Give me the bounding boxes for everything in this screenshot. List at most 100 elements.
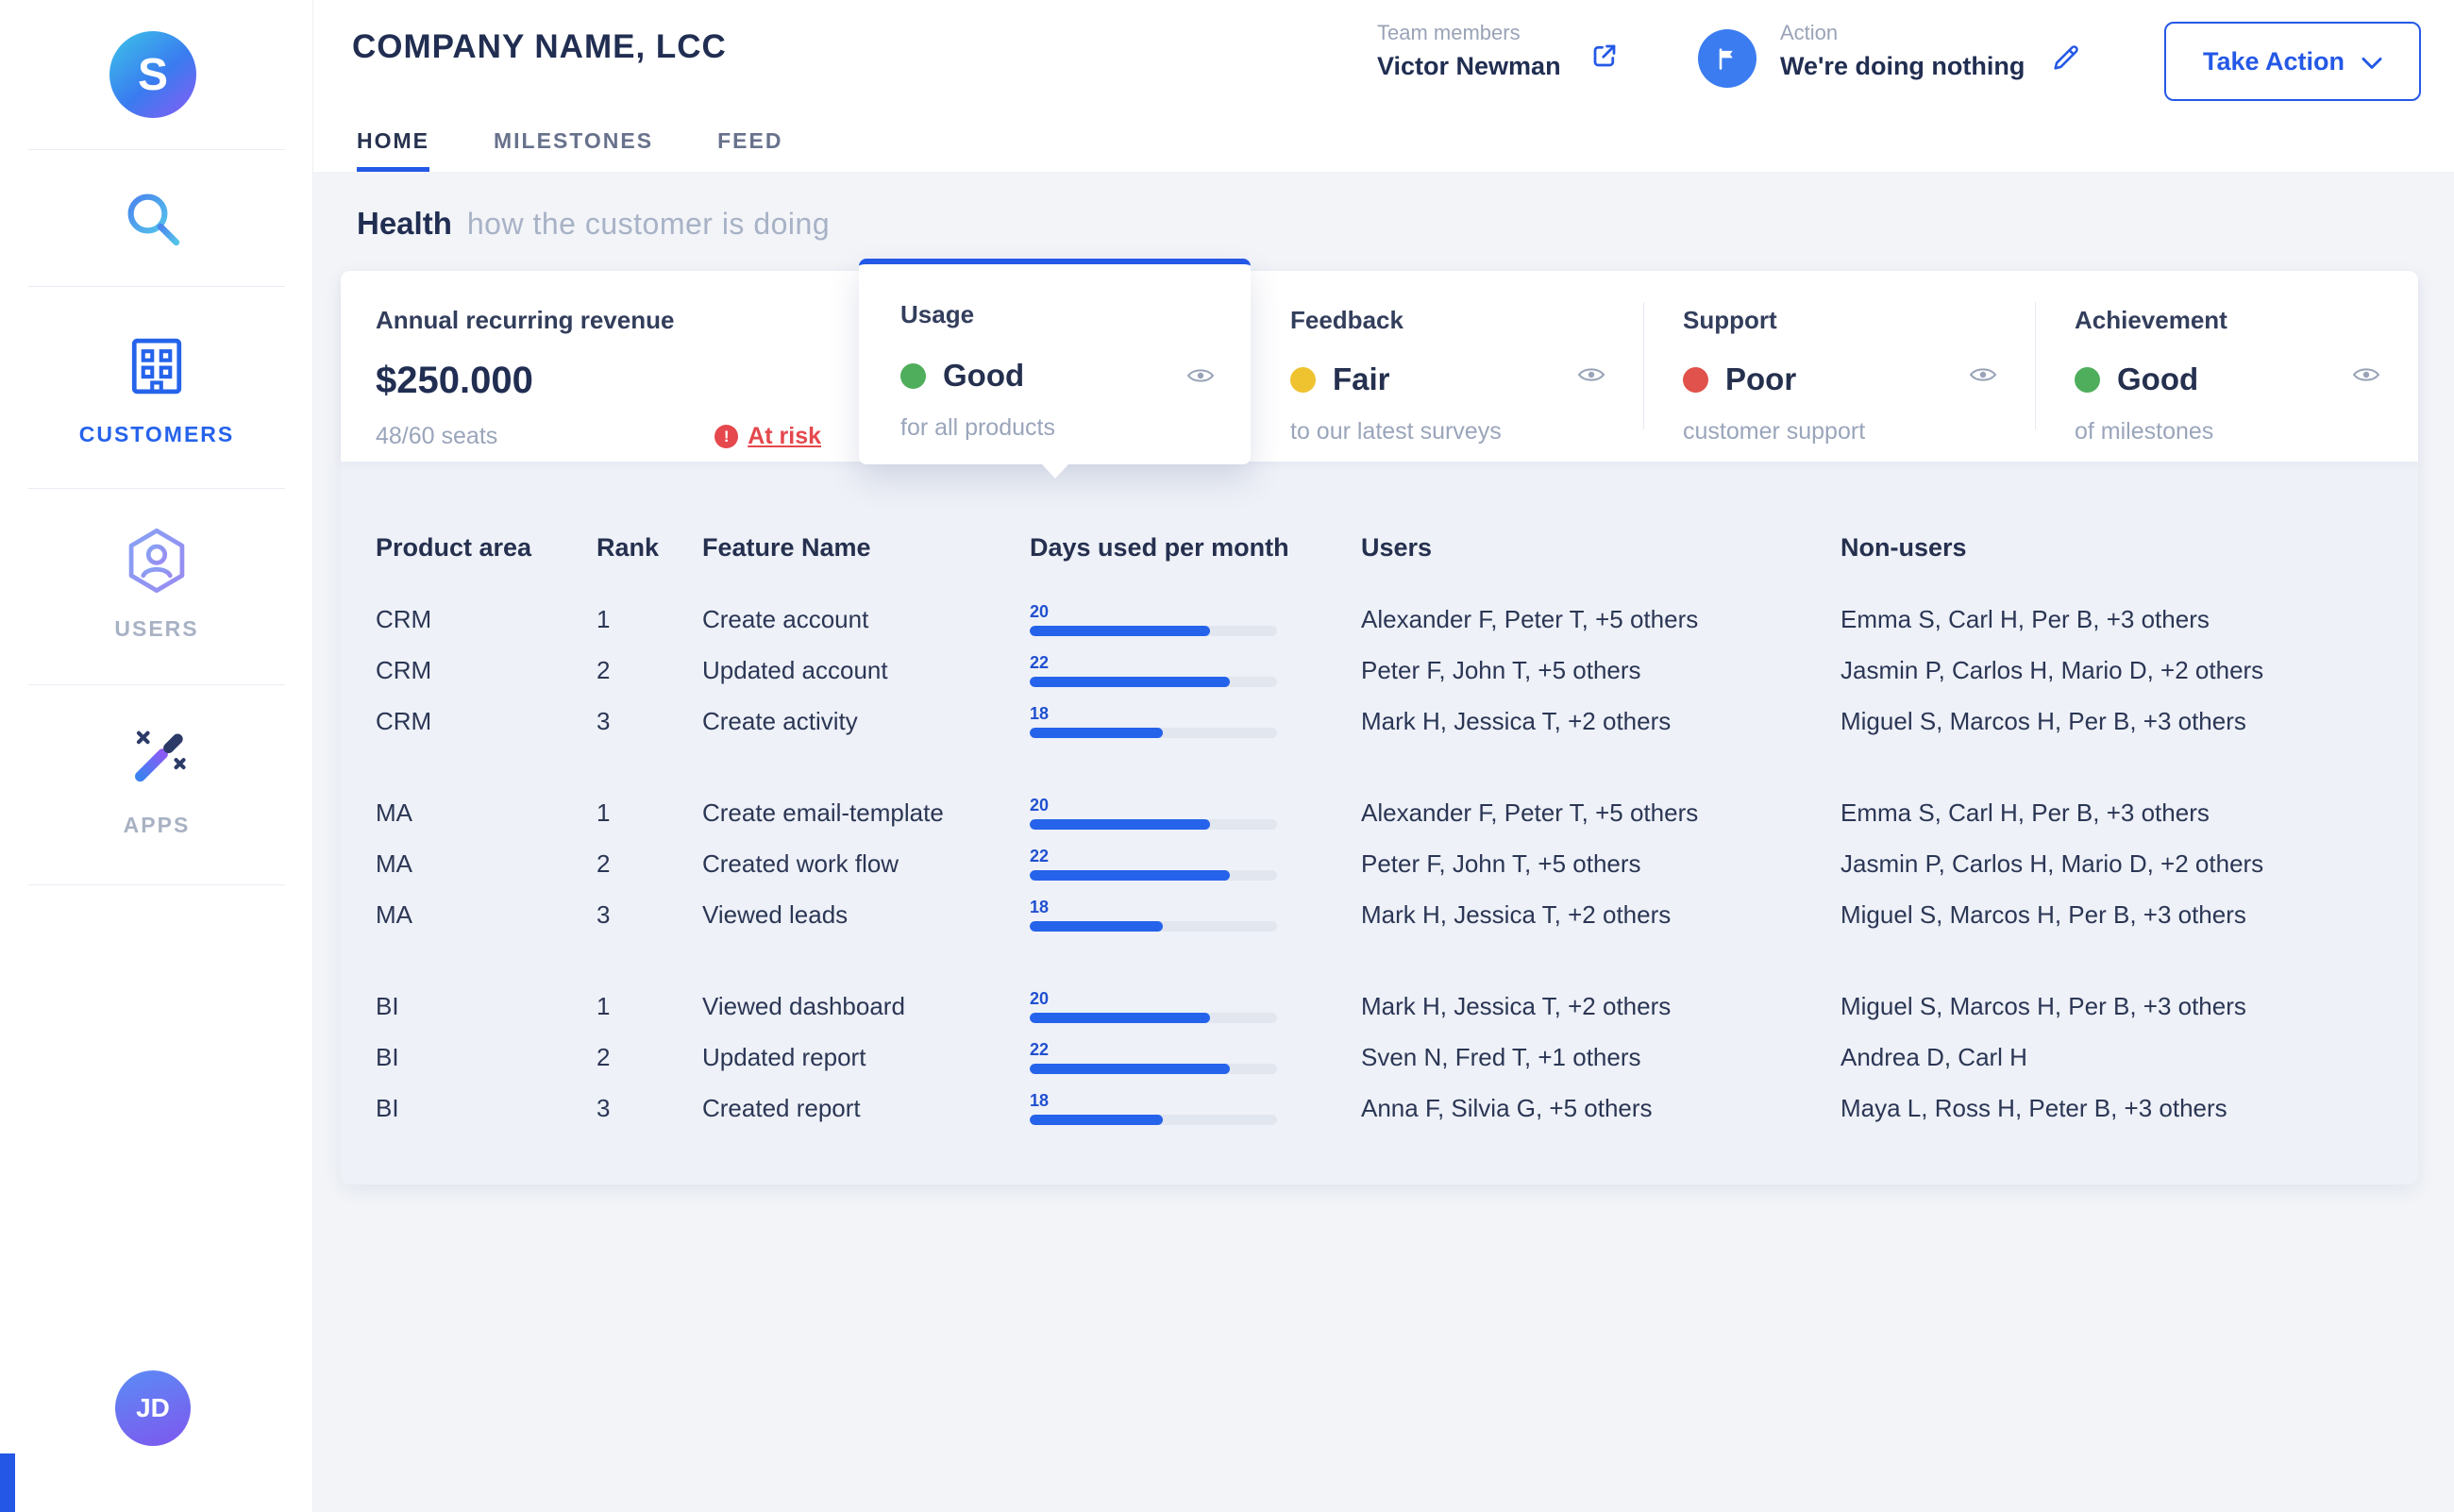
metric-support: Support Poor customer support	[1643, 271, 2035, 462]
eye-icon[interactable]	[1969, 365, 1997, 389]
sidebar-item-customers[interactable]: CUSTOMERS	[0, 330, 313, 447]
app-root: S	[0, 0, 2454, 1512]
feature-usage-table: Product area Rank Feature Name Days used…	[341, 462, 2418, 1134]
app-logo[interactable]: S	[109, 31, 196, 118]
bar-value: 20	[1030, 989, 1277, 1009]
sidebar-divider	[28, 488, 285, 489]
at-risk-link[interactable]: ! At risk	[714, 423, 821, 450]
col-feature-name: Feature Name	[702, 533, 1030, 563]
usage-bar	[1030, 626, 1277, 636]
eye-icon[interactable]	[1186, 366, 1215, 390]
table-row: BI 3 Created report 18 Anna F, Silvia G,…	[376, 1083, 2380, 1134]
cell-feature: Created report	[702, 1094, 1030, 1123]
cell-non-users: Miguel S, Marcos H, Per B, +3 others	[1840, 992, 2380, 1021]
usage-bar	[1030, 870, 1277, 881]
arr-title: Annual recurring revenue	[376, 306, 821, 335]
health-subtitle: how the customer is doing	[467, 207, 830, 242]
cell-feature: Created work flow	[702, 849, 1030, 879]
cell-days: 18	[1030, 1091, 1361, 1125]
sidebar-divider	[28, 884, 285, 885]
bar-value: 20	[1030, 602, 1277, 622]
cell-users: Mark H, Jessica T, +2 others	[1361, 707, 1840, 736]
cell-non-users: Jasmin P, Carlos H, Mario D, +2 others	[1840, 849, 2380, 879]
cell-product-area: MA	[376, 849, 597, 879]
at-risk-label: At risk	[748, 423, 821, 450]
cell-non-users: Emma S, Carl H, Per B, +3 others	[1840, 798, 2380, 828]
metric-usage-card[interactable]: Usage Good for all products	[859, 259, 1251, 464]
table-row: CRM 2 Updated account 22 Peter F, John T…	[376, 645, 2380, 696]
status-value: Good	[2117, 361, 2198, 397]
cell-non-users: Andrea D, Carl H	[1840, 1043, 2380, 1072]
cell-product-area: MA	[376, 798, 597, 828]
tab-home[interactable]: HOME	[357, 128, 429, 172]
cell-rank: 2	[597, 849, 702, 879]
status-value: Poor	[1725, 361, 1796, 397]
team-members-value: Victor Newman	[1377, 52, 1561, 81]
cell-feature: Create activity	[702, 707, 1030, 736]
metric-feedback: Feedback Fair to our latest surveys	[1251, 271, 1643, 462]
table-header: Product area Rank Feature Name Days used…	[376, 522, 2380, 573]
table-group-ma: MA 1 Create email-template 20 Alexander …	[376, 787, 2380, 940]
usage-bar	[1030, 1013, 1277, 1023]
table-row: MA 1 Create email-template 20 Alexander …	[376, 787, 2380, 838]
search-button[interactable]	[122, 188, 184, 250]
cell-users: Anna F, Silvia G, +5 others	[1361, 1094, 1840, 1123]
cell-days: 20	[1030, 796, 1361, 830]
cell-users: Mark H, Jessica T, +2 others	[1361, 900, 1840, 930]
cell-days: 22	[1030, 847, 1361, 881]
cell-product-area: BI	[376, 1094, 597, 1123]
cell-product-area: BI	[376, 992, 597, 1021]
sidebar-item-apps[interactable]: APPS	[0, 721, 313, 838]
health-heading: Health how the customer is doing	[357, 206, 830, 242]
cell-non-users: Miguel S, Marcos H, Per B, +3 others	[1840, 900, 2380, 930]
cell-days: 20	[1030, 602, 1361, 636]
sidebar-divider	[28, 684, 285, 685]
status-dot	[1683, 367, 1708, 393]
sidebar-divider	[28, 286, 285, 287]
col-non-users: Non-users	[1840, 533, 2380, 563]
metric-arr: Annual recurring revenue $250.000 48/60 …	[341, 271, 859, 462]
user-avatar[interactable]: JD	[115, 1370, 191, 1446]
cell-rank: 1	[597, 605, 702, 634]
table-group-bi: BI 1 Viewed dashboard 20 Mark H, Jessica…	[376, 981, 2380, 1134]
external-link-icon[interactable]	[1590, 42, 1619, 75]
eye-icon[interactable]	[2352, 365, 2380, 389]
metric-title: Usage	[900, 300, 1251, 329]
metric-title: Achievement	[2075, 306, 2418, 335]
status-value: Fair	[1333, 361, 1390, 397]
bar-value: 18	[1030, 898, 1277, 917]
cell-days: 22	[1030, 653, 1361, 687]
table-row: MA 2 Created work flow 22 Peter F, John …	[376, 838, 2380, 889]
metric-title: Support	[1683, 306, 2035, 335]
col-users: Users	[1361, 533, 1840, 563]
cell-feature: Viewed leads	[702, 900, 1030, 930]
cell-product-area: BI	[376, 1043, 597, 1072]
usage-bar	[1030, 921, 1277, 932]
tab-milestones[interactable]: MILESTONES	[494, 128, 653, 172]
metric-title: Feedback	[1290, 306, 1643, 335]
cell-days: 22	[1030, 1040, 1361, 1074]
cell-feature: Viewed dashboard	[702, 992, 1030, 1021]
usage-bar	[1030, 1115, 1277, 1125]
cell-non-users: Jasmin P, Carlos H, Mario D, +2 others	[1840, 656, 2380, 685]
metric-caption: customer support	[1683, 418, 2035, 445]
eye-icon[interactable]	[1577, 365, 1605, 389]
take-action-button[interactable]: Take Action	[2164, 22, 2421, 101]
usage-bar	[1030, 1064, 1277, 1074]
sidebar-item-users[interactable]: USERS	[0, 525, 313, 642]
tab-feed[interactable]: FEED	[717, 128, 782, 172]
cell-non-users: Emma S, Carl H, Per B, +3 others	[1840, 605, 2380, 634]
cell-users: Alexander F, Peter T, +5 others	[1361, 798, 1840, 828]
col-product-area: Product area	[376, 533, 597, 563]
cell-feature: Create email-template	[702, 798, 1030, 828]
warning-icon: !	[714, 425, 738, 448]
action-label: Action	[1780, 21, 2025, 45]
sidebar-divider	[28, 149, 285, 150]
take-action-label: Take Action	[2203, 47, 2345, 76]
pencil-icon[interactable]	[2050, 42, 2082, 78]
cell-rank: 1	[597, 992, 702, 1021]
metric-caption: for all products	[900, 414, 1251, 442]
scroll-indicator	[0, 1453, 15, 1512]
team-members-block: Team members Victor Newman	[1377, 21, 1561, 81]
metric-caption: to our latest surveys	[1290, 418, 1643, 445]
